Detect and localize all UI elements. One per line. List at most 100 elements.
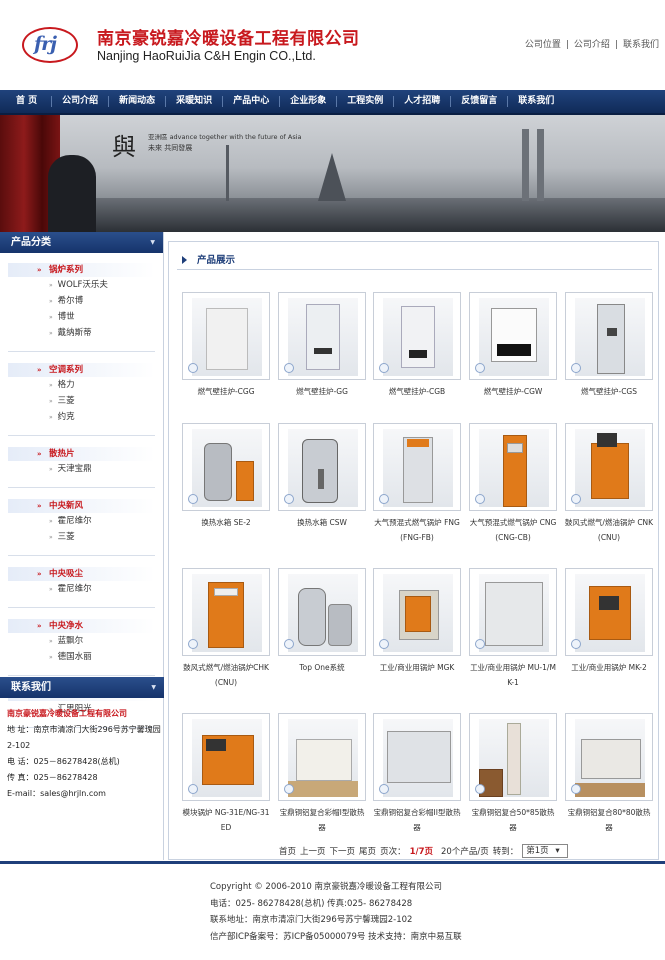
product-caption[interactable]: 大气预混式燃气锅炉 FNG(FNG-FB)	[372, 511, 462, 545]
product-image[interactable]	[278, 292, 366, 380]
pager-prev[interactable]: 上一页	[300, 847, 326, 857]
nav-products[interactable]: 产品中心	[222, 96, 279, 107]
product-image[interactable]	[469, 292, 557, 380]
product-image[interactable]	[182, 423, 270, 511]
product-card[interactable]: 燃气壁挂炉-CGB	[372, 292, 462, 422]
product-image[interactable]	[565, 713, 653, 801]
toplink-location[interactable]: 公司位置	[525, 40, 561, 50]
product-card[interactable]: 鼓风式燃气/燃油锅炉CHK(CNU)	[181, 568, 271, 698]
company-logo[interactable]: frj	[22, 27, 78, 63]
product-image[interactable]	[469, 568, 557, 656]
product-caption[interactable]: Top One系统	[277, 656, 367, 675]
product-card[interactable]: 换热水箱 CSW	[277, 423, 367, 553]
product-card[interactable]: 燃气壁挂炉-CGG	[181, 292, 271, 422]
product-caption[interactable]: 燃气壁挂炉-GG	[277, 380, 367, 399]
product-caption[interactable]: 换热水箱 SE-2	[181, 511, 271, 530]
product-card[interactable]: 大气预混式燃气锅炉 CNG(CNG-CB)	[468, 423, 558, 553]
nav-jobs[interactable]: 人才招聘	[393, 96, 450, 107]
product-image[interactable]	[469, 423, 557, 511]
category-item[interactable]: » 约克	[0, 409, 163, 425]
section-title-text: 产品展示	[197, 255, 236, 266]
product-image[interactable]	[373, 568, 461, 656]
nav-projects[interactable]: 工程实例	[336, 96, 393, 107]
category-item[interactable]: » 博世	[0, 309, 163, 325]
product-image[interactable]	[182, 568, 270, 656]
product-image[interactable]	[565, 423, 653, 511]
product-caption[interactable]: 燃气壁挂炉-CGB	[372, 380, 462, 399]
category-item[interactable]: » 霍尼维尔	[0, 513, 163, 529]
product-image[interactable]	[373, 423, 461, 511]
nav-news[interactable]: 新闻动态	[108, 96, 165, 107]
page-select[interactable]: 第1页 ▾	[522, 844, 568, 858]
product-caption[interactable]: 模块锅炉 NG-31E/NG-31ED	[181, 801, 271, 835]
nav-image[interactable]: 企业形象	[279, 96, 336, 107]
category-item[interactable]: » 天津宝鼎	[0, 461, 163, 477]
product-card[interactable]: 大气预混式燃气锅炉 FNG(FNG-FB)	[372, 423, 462, 553]
product-card[interactable]: 燃气壁挂炉-CGS	[564, 292, 654, 422]
product-caption[interactable]: 宝鼎铜铝复合50*85散热器	[468, 801, 558, 835]
product-image[interactable]	[278, 568, 366, 656]
product-image[interactable]	[278, 423, 366, 511]
pager-next[interactable]: 下一页	[330, 847, 356, 857]
product-caption[interactable]: 燃气壁挂炉-CGG	[181, 380, 271, 399]
product-card[interactable]: 燃气壁挂炉-CGW	[468, 292, 558, 422]
product-card[interactable]: 宝鼎铜铝复合80*80散热器	[564, 713, 654, 843]
product-card[interactable]: Top One系统	[277, 568, 367, 698]
nav-about[interactable]: 公司介绍	[51, 96, 108, 107]
product-image[interactable]	[373, 292, 461, 380]
category-title[interactable]: » 散热片	[8, 447, 155, 461]
category-item[interactable]: » 戴纳斯蒂	[0, 325, 163, 341]
product-card[interactable]: 工业/商业用锅炉 MU-1/MK-1	[468, 568, 558, 698]
category-item[interactable]: » 德国水丽	[0, 649, 163, 665]
product-card[interactable]: 模块锅炉 NG-31E/NG-31ED	[181, 713, 271, 843]
category-item[interactable]: » WOLF沃乐夫	[0, 277, 163, 293]
product-caption[interactable]: 换热水箱 CSW	[277, 511, 367, 530]
category-item[interactable]: » 格力	[0, 377, 163, 393]
product-image[interactable]	[565, 568, 653, 656]
product-card[interactable]: 宝鼎铜铝复合彩帽II型散热器	[372, 713, 462, 843]
category-item[interactable]: » 三菱	[0, 393, 163, 409]
category-title[interactable]: » 中央新风	[8, 499, 155, 513]
pager-last[interactable]: 尾页	[359, 847, 376, 857]
product-image[interactable]	[469, 713, 557, 801]
product-card[interactable]: 鼓风式燃气/燃油锅炉 CNK(CNU)	[564, 423, 654, 553]
toplink-about[interactable]: 公司介绍	[574, 40, 610, 50]
category-item[interactable]: » 蓝飘尔	[0, 633, 163, 649]
contact-email[interactable]: E-mail：sales@hrjln.com	[7, 786, 162, 802]
product-image[interactable]	[565, 292, 653, 380]
category-title[interactable]: » 空调系列	[8, 363, 155, 377]
product-caption[interactable]: 工业/商业用锅炉 MK-2	[564, 656, 654, 675]
product-caption[interactable]: 鼓风式燃气/燃油锅炉 CNK(CNU)	[564, 511, 654, 545]
product-card[interactable]: 宝鼎铜铝复合彩帽I型散热器	[277, 713, 367, 843]
product-caption[interactable]: 大气预混式燃气锅炉 CNG(CNG-CB)	[468, 511, 558, 545]
product-card[interactable]: 工业/商业用锅炉 MGK	[372, 568, 462, 698]
product-caption[interactable]: 宝鼎铜铝复合彩帽II型散热器	[372, 801, 462, 835]
product-card[interactable]: 换热水箱 SE-2	[181, 423, 271, 553]
category-item[interactable]: » 三菱	[0, 529, 163, 545]
product-image[interactable]	[182, 713, 270, 801]
product-card[interactable]: 宝鼎铜铝复合50*85散热器	[468, 713, 558, 843]
category-item[interactable]: » 霍尼维尔	[0, 581, 163, 597]
product-caption[interactable]: 宝鼎铜铝复合彩帽I型散热器	[277, 801, 367, 835]
category-title[interactable]: » 中央吸尘	[8, 567, 155, 581]
category-title[interactable]: » 锅炉系列	[8, 263, 155, 277]
product-caption[interactable]: 燃气壁挂炉-CGW	[468, 380, 558, 399]
nav-home[interactable]: 首 页	[6, 96, 51, 107]
toplink-contact[interactable]: 联系我们	[623, 40, 659, 50]
product-image[interactable]	[182, 292, 270, 380]
product-caption[interactable]: 工业/商业用锅炉 MGK	[372, 656, 462, 675]
product-image[interactable]	[278, 713, 366, 801]
pager-first[interactable]: 首页	[279, 847, 296, 857]
product-image[interactable]	[373, 713, 461, 801]
product-caption[interactable]: 燃气壁挂炉-CGS	[564, 380, 654, 399]
product-card[interactable]: 燃气壁挂炉-GG	[277, 292, 367, 422]
nav-heating-knowledge[interactable]: 采暖知识	[165, 96, 222, 107]
nav-feedback[interactable]: 反馈留言	[450, 96, 507, 107]
product-card[interactable]: 工业/商业用锅炉 MK-2	[564, 568, 654, 698]
nav-contact[interactable]: 联系我们	[507, 96, 564, 107]
product-caption[interactable]: 工业/商业用锅炉 MU-1/MK-1	[468, 656, 558, 690]
product-caption[interactable]: 鼓风式燃气/燃油锅炉CHK(CNU)	[181, 656, 271, 690]
category-item[interactable]: » 希尔博	[0, 293, 163, 309]
category-title[interactable]: » 中央净水	[8, 619, 155, 633]
product-caption[interactable]: 宝鼎铜铝复合80*80散热器	[564, 801, 654, 835]
